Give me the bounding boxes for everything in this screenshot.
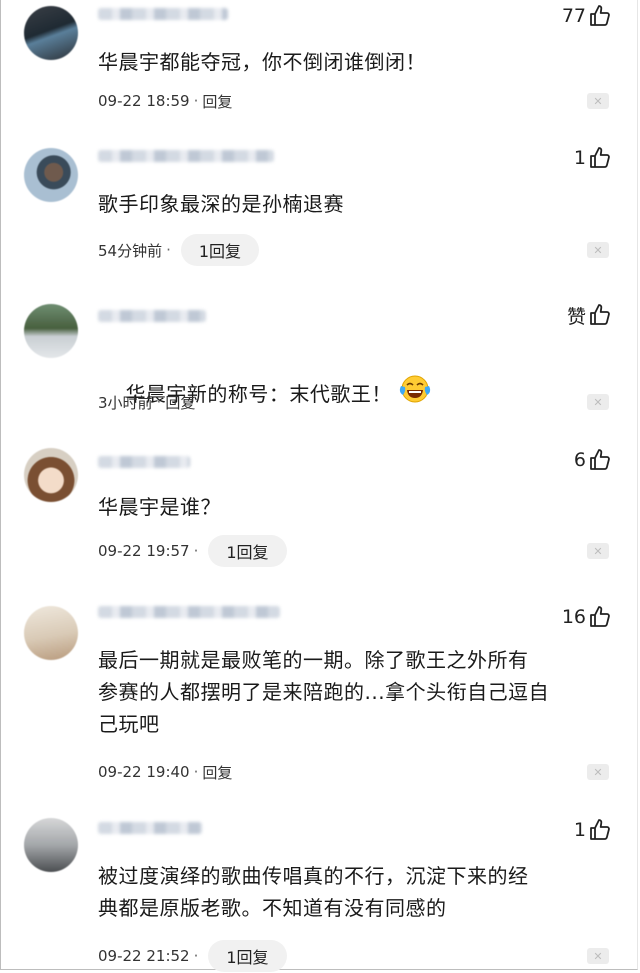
thumbs-up-icon	[590, 304, 610, 325]
comment-time: 09-22 21:52	[98, 947, 190, 965]
dismiss-button[interactable]: ✕	[587, 543, 609, 559]
dismiss-button[interactable]: ✕	[587, 93, 609, 109]
screenshot-frame	[0, 0, 638, 970]
comment-text: 歌手印象最深的是孙楠退赛	[98, 192, 344, 216]
comment-meta: 09-22 19:40 · 回复	[98, 755, 232, 789]
thumbs-up-icon	[590, 606, 610, 627]
close-icon: ✕	[593, 395, 603, 409]
close-icon: ✕	[593, 765, 603, 779]
crying-laughing-emoji	[398, 374, 432, 413]
avatar[interactable]	[24, 818, 78, 872]
close-icon: ✕	[593, 949, 603, 963]
thumbs-up-icon	[590, 449, 610, 470]
dismiss-button[interactable]: ✕	[587, 242, 609, 258]
comment-text: 最后一期就是最败笔的一期。除了歌王之外所有 参赛的人都摆明了是来陪跑的...拿个…	[98, 648, 550, 736]
username-blurred[interactable]	[98, 310, 206, 322]
like-count: 77	[561, 5, 586, 27]
comment-time: 09-22 19:57	[98, 542, 190, 560]
comment-time: 09-22 18:59	[98, 92, 190, 110]
separator-dot: ·	[193, 92, 199, 110]
comment-text: 华晨宇是谁？	[98, 495, 221, 519]
reply-count-button[interactable]: 1回复	[208, 940, 287, 972]
separator-dot: ·	[193, 947, 199, 965]
avatar[interactable]	[24, 6, 78, 60]
like-button[interactable]: 16	[562, 604, 612, 630]
avatar[interactable]	[24, 304, 78, 358]
thumbs-up-icon	[590, 819, 610, 840]
reply-count-button[interactable]: 1回复	[180, 234, 260, 266]
dismiss-button[interactable]: ✕	[587, 394, 609, 410]
comment-meta: 09-22 19:57 · 1回复	[98, 534, 287, 568]
comment-meta: 09-22 21:52 · 1回复	[98, 939, 287, 973]
like-button[interactable]: 6	[574, 447, 612, 473]
like-count: 6	[573, 449, 586, 471]
like-button[interactable]: 1	[574, 817, 612, 843]
reply-button[interactable]: 回复	[202, 91, 232, 112]
username-blurred[interactable]	[98, 456, 190, 468]
like-label: 赞	[566, 305, 586, 328]
avatar[interactable]	[24, 606, 78, 660]
thumbs-up-icon	[590, 147, 610, 168]
like-count: 16	[561, 606, 586, 628]
dismiss-button[interactable]: ✕	[587, 764, 609, 780]
reply-count-button[interactable]: 1回复	[208, 535, 287, 567]
avatar[interactable]	[24, 448, 78, 502]
like-count: 1	[573, 147, 586, 169]
avatar[interactable]	[24, 148, 78, 202]
like-button[interactable]: 1	[574, 145, 612, 171]
username-blurred[interactable]	[98, 606, 280, 618]
separator-dot: ·	[166, 241, 171, 259]
reply-button[interactable]: 回复	[202, 762, 232, 783]
dismiss-button[interactable]: ✕	[587, 948, 609, 964]
separator-dot: ·	[193, 542, 199, 560]
comment-text: 华晨宇都能夺冠，你不倒闭谁倒闭！	[98, 50, 426, 74]
close-icon: ✕	[593, 243, 603, 257]
comment-meta: 3小时前 · 回复	[98, 385, 195, 419]
close-icon: ✕	[593, 94, 603, 108]
comment-text: 被过度演绎的歌曲传唱真的不行，沉淀下来的经 典都是原版老歌。不知道有没有同感的	[98, 864, 529, 920]
username-blurred[interactable]	[98, 822, 202, 834]
like-button[interactable]: 赞	[567, 302, 612, 328]
close-icon: ✕	[593, 544, 603, 558]
like-button[interactable]: 77	[562, 3, 612, 29]
separator-dot: ·	[193, 763, 199, 781]
comment-time: 09-22 19:40	[98, 763, 190, 781]
username-blurred[interactable]	[98, 150, 274, 162]
comment-meta: 09-22 18:59 · 回复	[98, 84, 232, 118]
comment-time: 3小时前	[98, 393, 153, 412]
comment-time: 54分钟前	[98, 241, 163, 260]
thumbs-up-icon	[590, 5, 610, 26]
reply-button[interactable]: 回复	[165, 392, 195, 413]
separator-dot: ·	[156, 393, 162, 411]
comment-meta: 54分钟前 · 1回复	[98, 233, 260, 267]
like-count: 1	[573, 819, 586, 841]
username-blurred[interactable]	[98, 8, 228, 20]
